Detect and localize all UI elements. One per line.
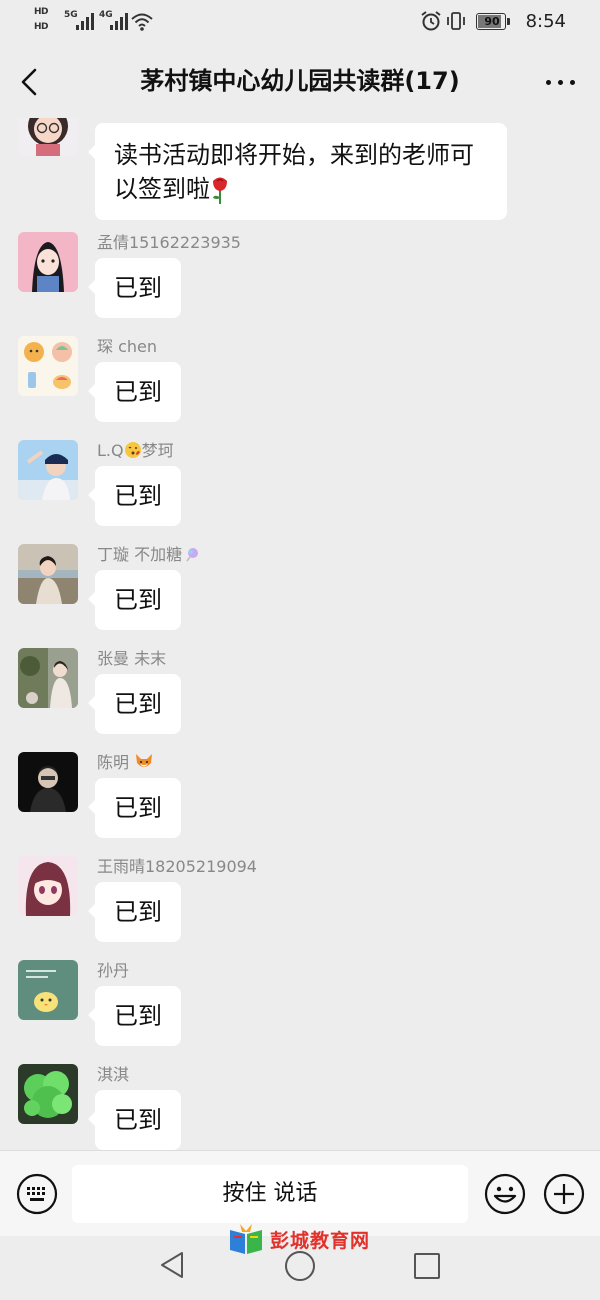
hd-badge-top: HD xyxy=(34,7,49,17)
message-bubble[interactable]: 已到 xyxy=(88,1090,181,1150)
message-bubble[interactable]: 已到 xyxy=(88,778,181,838)
battery-level: 90 xyxy=(484,15,500,28)
hd-indicators: HD HD xyxy=(34,6,62,36)
avatar[interactable] xyxy=(18,960,78,1020)
message-text: 读书活动即将开始，来到的老师可以签到啦 xyxy=(114,141,474,203)
sender-name: 陈明 xyxy=(97,753,154,773)
chat-header: 茅村镇中心幼儿园共读群(17) xyxy=(0,44,600,118)
avatar[interactable] xyxy=(18,232,78,292)
avatar[interactable] xyxy=(18,856,78,916)
sender-name: 琛 chen xyxy=(97,337,158,356)
chat-title: 茅村镇中心幼儿园共读群(17) xyxy=(140,67,460,95)
message-text: 已到 xyxy=(114,1106,162,1134)
sender-name: 张曼 未末 xyxy=(97,649,167,668)
status-bar: HD HD 5G 4G 90 8:54 xyxy=(0,0,600,44)
avatar[interactable] xyxy=(18,336,78,396)
keyboard-icon[interactable] xyxy=(16,1173,58,1215)
hd-badge-bottom: HD xyxy=(34,22,49,32)
wifi-icon xyxy=(131,13,153,31)
avatar[interactable] xyxy=(18,648,78,708)
cell-signal-icon xyxy=(76,12,98,30)
message-text: 已到 xyxy=(114,1002,162,1030)
message-text: 已到 xyxy=(114,690,162,718)
chat-screen: HD HD 5G 4G 90 8:54 茅村镇中心幼儿园共读群(17) 读书活动… xyxy=(0,0,600,1300)
system-back-icon[interactable] xyxy=(158,1250,186,1280)
status-right-group: 90 8:54 xyxy=(386,10,566,34)
system-recents-icon[interactable] xyxy=(414,1253,440,1279)
watermark-text: 彭城教育网 xyxy=(270,1230,371,1252)
message-bubble[interactable]: 已到 xyxy=(88,882,181,942)
sender-name: 孙丹 xyxy=(97,961,130,980)
sender-name: L.Q 梦珂 xyxy=(97,441,174,460)
candy-icon xyxy=(186,548,199,562)
alarm-clock-icon xyxy=(421,11,441,31)
book-logo-icon xyxy=(230,1224,262,1254)
avatar[interactable] xyxy=(18,544,78,604)
kissing-face-icon xyxy=(124,442,141,458)
emoji-icon[interactable] xyxy=(484,1173,526,1215)
clock-time: 8:54 xyxy=(525,11,566,32)
message-text: 已到 xyxy=(114,586,162,614)
more-options-button[interactable] xyxy=(544,72,578,92)
avatar[interactable] xyxy=(18,752,78,812)
message-list[interactable]: 读书活动即将开始，来到的老师可以签到啦 孟倩15162223935 已到 琛 c… xyxy=(0,118,600,1150)
rose-icon xyxy=(213,177,227,204)
message-text: 已到 xyxy=(114,482,162,510)
hold-to-talk-button[interactable]: 按住 说话 xyxy=(72,1165,468,1223)
message-text: 已到 xyxy=(114,898,162,926)
avatar[interactable] xyxy=(18,118,78,156)
message-bubble[interactable]: 已到 xyxy=(88,362,181,422)
sender-name: 淇淇 xyxy=(97,1065,130,1084)
vibrate-icon xyxy=(447,12,465,30)
message-bubble[interactable]: 已到 xyxy=(88,466,181,526)
sender-name: 孟倩15162223935 xyxy=(97,233,241,252)
message-bubble[interactable]: 读书活动即将开始，来到的老师可以签到啦 xyxy=(88,123,507,220)
message-bubble[interactable]: 已到 xyxy=(88,570,181,630)
avatar[interactable] xyxy=(18,440,78,500)
site-watermark: 彭城教育网 xyxy=(226,1222,386,1256)
message-bubble[interactable]: 已到 xyxy=(88,986,181,1046)
message-text: 已到 xyxy=(114,274,162,302)
back-arrow-icon[interactable] xyxy=(10,62,50,102)
message-bubble[interactable]: 已到 xyxy=(88,674,181,734)
plus-icon[interactable] xyxy=(543,1173,585,1215)
sender-name: 王雨晴18205219094 xyxy=(97,857,257,876)
cell-signal-icon-2 xyxy=(110,12,132,30)
fox-icon xyxy=(136,754,153,767)
message-text: 已到 xyxy=(114,378,162,406)
message-bubble[interactable]: 已到 xyxy=(88,258,181,318)
battery-icon: 90 xyxy=(476,13,510,30)
avatar[interactable] xyxy=(18,1064,78,1124)
message-text: 已到 xyxy=(114,794,162,822)
sender-name: 丁璇 不加糖 xyxy=(97,545,200,565)
